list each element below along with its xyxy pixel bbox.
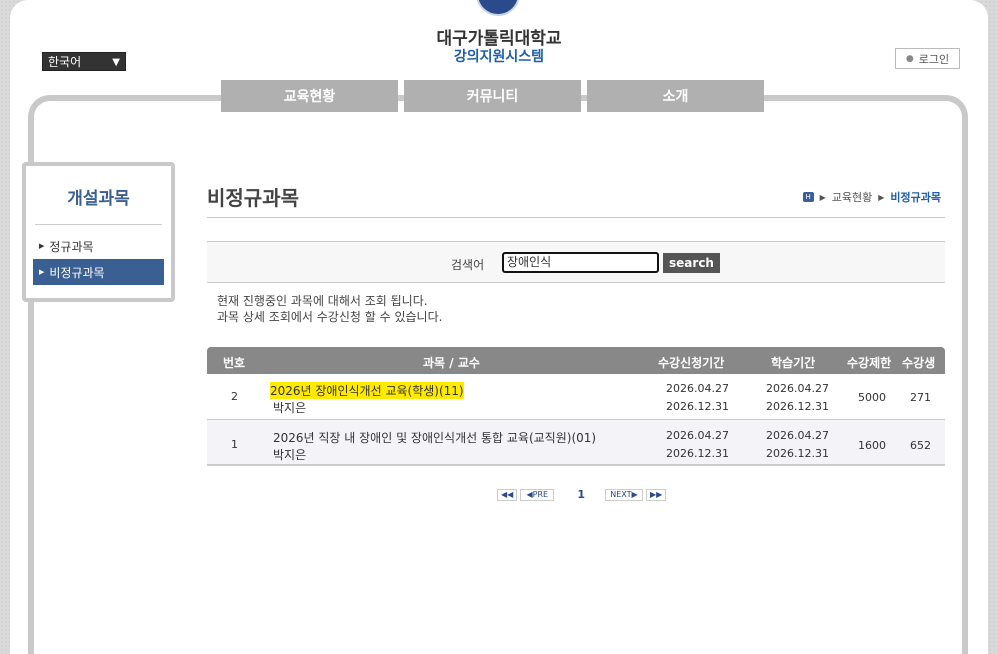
table-row[interactable]: 1 2026년 직장 내 장애인 및 장애인식개선 통합 교육(교직원)(01)… xyxy=(207,420,945,466)
study-end: 2026.12.31 xyxy=(766,400,829,413)
last-page-button[interactable]: ▶▶ xyxy=(645,488,667,501)
breadcrumb-current: 비정규과목 xyxy=(890,191,941,204)
study-start: 2026.04.27 xyxy=(766,382,829,395)
search-input[interactable]: 장애인식 xyxy=(502,252,659,273)
caret-right-icon: ▶ xyxy=(39,268,45,276)
prev-page-button[interactable]: ◀ PRE xyxy=(520,488,555,501)
main-nav: 교육현황 커뮤니티 소개 xyxy=(221,80,764,112)
search-label: 검색어 xyxy=(451,258,485,272)
home-icon[interactable]: H xyxy=(802,192,814,202)
row-no: 1 xyxy=(231,438,238,451)
sidebar-title: 개설과목 xyxy=(35,184,162,225)
col-course: 과목 / 교수 xyxy=(423,356,480,370)
apply-end: 2026.12.31 xyxy=(666,447,729,460)
system-name: 강의지원시스템 xyxy=(453,49,545,65)
sidebar-item-irregular[interactable]: ▶ 비정규과목 xyxy=(33,259,164,285)
next-label: NEXT xyxy=(610,490,632,499)
login-button[interactable]: ● 로그인 xyxy=(895,48,960,69)
title-divider xyxy=(207,217,945,218)
col-no: 번호 xyxy=(223,356,246,370)
page-number-current[interactable]: 1 xyxy=(577,488,585,501)
professor-name: 박지은 xyxy=(273,401,307,415)
login-label: 로그인 xyxy=(918,52,950,66)
student-count: 271 xyxy=(910,391,931,404)
apply-end: 2026.12.31 xyxy=(666,400,729,413)
breadcrumb-item[interactable]: 교육현황 xyxy=(832,189,872,205)
prev-label: PRE xyxy=(532,490,549,499)
apply-start: 2026.04.27 xyxy=(666,382,729,395)
col-limit: 수강제한 xyxy=(847,356,892,370)
double-chevron-left-icon: ◀◀ xyxy=(501,490,514,499)
study-end: 2026.12.31 xyxy=(766,447,829,460)
col-apply-period: 수강신청기간 xyxy=(658,356,725,370)
course-table: 번호 과목 / 교수 수강신청기간 학습기간 수강제한 수강생 2 2026년 … xyxy=(207,347,945,466)
enroll-limit: 1600 xyxy=(858,439,886,452)
notice-line: 과목 상세 조회에서 수강신청 할 수 있습니다. xyxy=(217,310,443,324)
course-title-link[interactable]: 2026년 직장 내 장애인 및 장애인식개선 통합 교육(교직원)(01) xyxy=(273,429,596,446)
notice-line: 현재 진행중인 과목에 대해서 조회 됩니다. xyxy=(217,294,428,308)
language-value: 한국어 xyxy=(48,55,82,69)
apply-start: 2026.04.27 xyxy=(666,429,729,442)
breadcrumb: H ▶ 교육현황 ▶ 비정규과목 xyxy=(802,189,941,205)
page-title: 비정규과목 xyxy=(207,186,299,210)
professor-name: 박지은 xyxy=(273,448,307,462)
nav-education-status[interactable]: 교육현황 xyxy=(221,80,398,112)
table-row[interactable]: 2 2026년 장애인식개선 교육(학생)(11) 박지은 2026.04.27… xyxy=(207,374,945,420)
table-header: 번호 과목 / 교수 수강신청기간 학습기간 수강제한 수강생 xyxy=(207,347,945,374)
search-button[interactable]: search xyxy=(663,253,720,273)
first-page-button[interactable]: ◀◀ xyxy=(497,488,518,501)
chevron-right-icon: ▶ xyxy=(878,192,885,202)
nav-about[interactable]: 소개 xyxy=(587,80,764,112)
pagination: ◀◀ ◀ PRE 1 NEXT ▶ ▶▶ xyxy=(497,488,669,501)
sidebar-item-regular[interactable]: ▶ 정규과목 xyxy=(33,233,164,259)
chevron-right-icon: ▶ xyxy=(631,490,638,499)
row-no: 2 xyxy=(231,390,238,403)
sidebar: 개설과목 ▶ 정규과목 ▶ 비정규과목 xyxy=(22,162,175,302)
sidebar-item-label: 비정규과목 xyxy=(49,265,105,280)
language-select[interactable]: 한국어 ▼ xyxy=(42,52,126,71)
col-students: 수강생 xyxy=(902,356,936,370)
double-chevron-right-icon: ▶▶ xyxy=(649,490,663,499)
chevron-down-icon: ▼ xyxy=(112,57,120,68)
nav-community[interactable]: 커뮤니티 xyxy=(404,80,581,112)
study-start: 2026.04.27 xyxy=(766,429,829,442)
next-page-button[interactable]: NEXT ▶ xyxy=(604,488,643,501)
caret-right-icon: ▶ xyxy=(39,242,45,250)
sidebar-item-label: 정규과목 xyxy=(49,239,94,254)
notice-text: 현재 진행중인 과목에 대해서 조회 됩니다. 과목 상세 조회에서 수강신청 … xyxy=(217,293,442,325)
enroll-limit: 5000 xyxy=(858,391,886,404)
course-title-link[interactable]: 2026년 장애인식개선 교육(학생)(11) xyxy=(270,382,464,399)
col-study-period: 학습기간 xyxy=(771,356,816,370)
student-count: 652 xyxy=(910,439,931,452)
search-panel: 검색어 장애인식 search xyxy=(207,241,945,283)
chevron-right-icon: ▶ xyxy=(819,192,826,202)
user-icon: ● xyxy=(905,53,914,64)
